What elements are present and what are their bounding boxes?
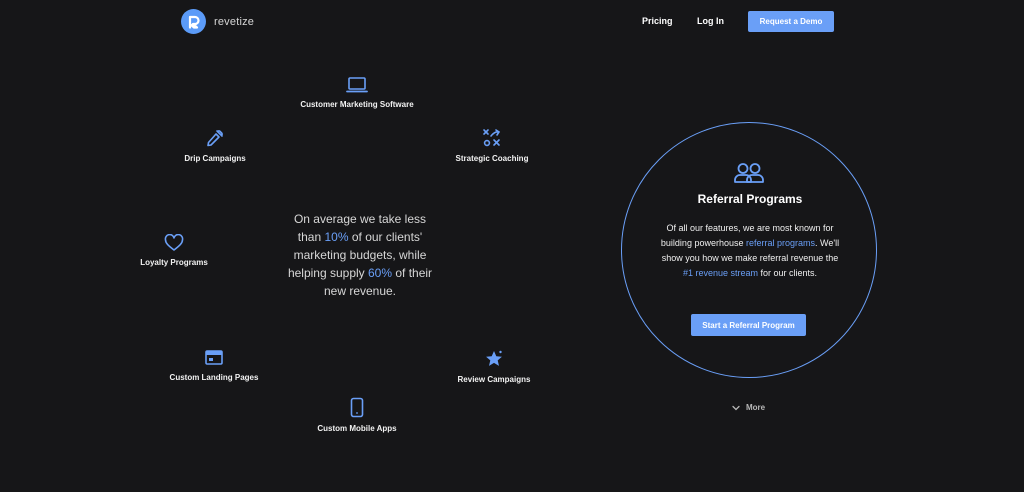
users-icon bbox=[734, 163, 764, 183]
feature-label: Custom Landing Pages bbox=[169, 373, 259, 382]
feature-label: Drip Campaigns bbox=[184, 154, 246, 163]
feature-custom-landing-pages[interactable]: Custom Landing Pages bbox=[159, 349, 269, 382]
statement-highlight-revenue: 60% bbox=[368, 266, 393, 280]
logo-mark-icon bbox=[181, 9, 206, 34]
dropper-icon bbox=[207, 130, 223, 147]
feature-customer-marketing[interactable]: Customer Marketing Software bbox=[280, 76, 434, 109]
star-sparkle-icon bbox=[486, 350, 502, 366]
feature-label: Review Campaigns bbox=[457, 375, 531, 384]
heart-icon bbox=[164, 234, 184, 251]
referral-description: Of all our features, we are most known f… bbox=[660, 221, 840, 281]
feature-label: Loyalty Programs bbox=[140, 258, 208, 267]
start-referral-program-button[interactable]: Start a Referral Program bbox=[691, 314, 806, 336]
revenue-stream-highlight: #1 revenue stream bbox=[682, 268, 758, 278]
request-demo-button[interactable]: Request a Demo bbox=[748, 11, 834, 32]
feature-label: Custom Mobile Apps bbox=[317, 424, 397, 433]
laptop-icon bbox=[346, 77, 368, 93]
nav-pricing-link[interactable]: Pricing bbox=[642, 16, 673, 26]
brand-logo[interactable]: revetize bbox=[181, 9, 254, 34]
feature-custom-mobile-apps[interactable]: Custom Mobile Apps bbox=[302, 397, 412, 433]
statement-highlight-budget: 10% bbox=[324, 230, 349, 244]
page: revetize Pricing Log In Request a Demo C… bbox=[0, 0, 1024, 492]
more-toggle[interactable]: More bbox=[732, 403, 765, 412]
feature-drip-campaigns[interactable]: Drip Campaigns bbox=[160, 128, 270, 163]
feature-loyalty-programs[interactable]: Loyalty Programs bbox=[124, 234, 224, 267]
referral-text: for our clients. bbox=[758, 268, 818, 278]
chevron-down-icon bbox=[732, 405, 740, 410]
feature-strategic-coaching[interactable]: Strategic Coaching bbox=[440, 128, 544, 163]
referral-title: Referral Programs bbox=[697, 192, 803, 206]
brand-name: revetize bbox=[214, 15, 255, 28]
more-label: More bbox=[746, 403, 766, 412]
feature-label: Strategic Coaching bbox=[455, 154, 529, 163]
value-statement: On average we take less than 10% of our … bbox=[282, 210, 438, 300]
strategy-icon bbox=[483, 129, 501, 147]
feature-review-campaigns[interactable]: Review Campaigns bbox=[441, 349, 547, 384]
phone-icon bbox=[350, 397, 364, 418]
nav-login-link[interactable]: Log In bbox=[697, 16, 724, 26]
browser-window-icon bbox=[205, 350, 223, 365]
feature-label: Customer Marketing Software bbox=[300, 100, 414, 109]
referral-programs-highlight: referral programs bbox=[745, 238, 816, 248]
